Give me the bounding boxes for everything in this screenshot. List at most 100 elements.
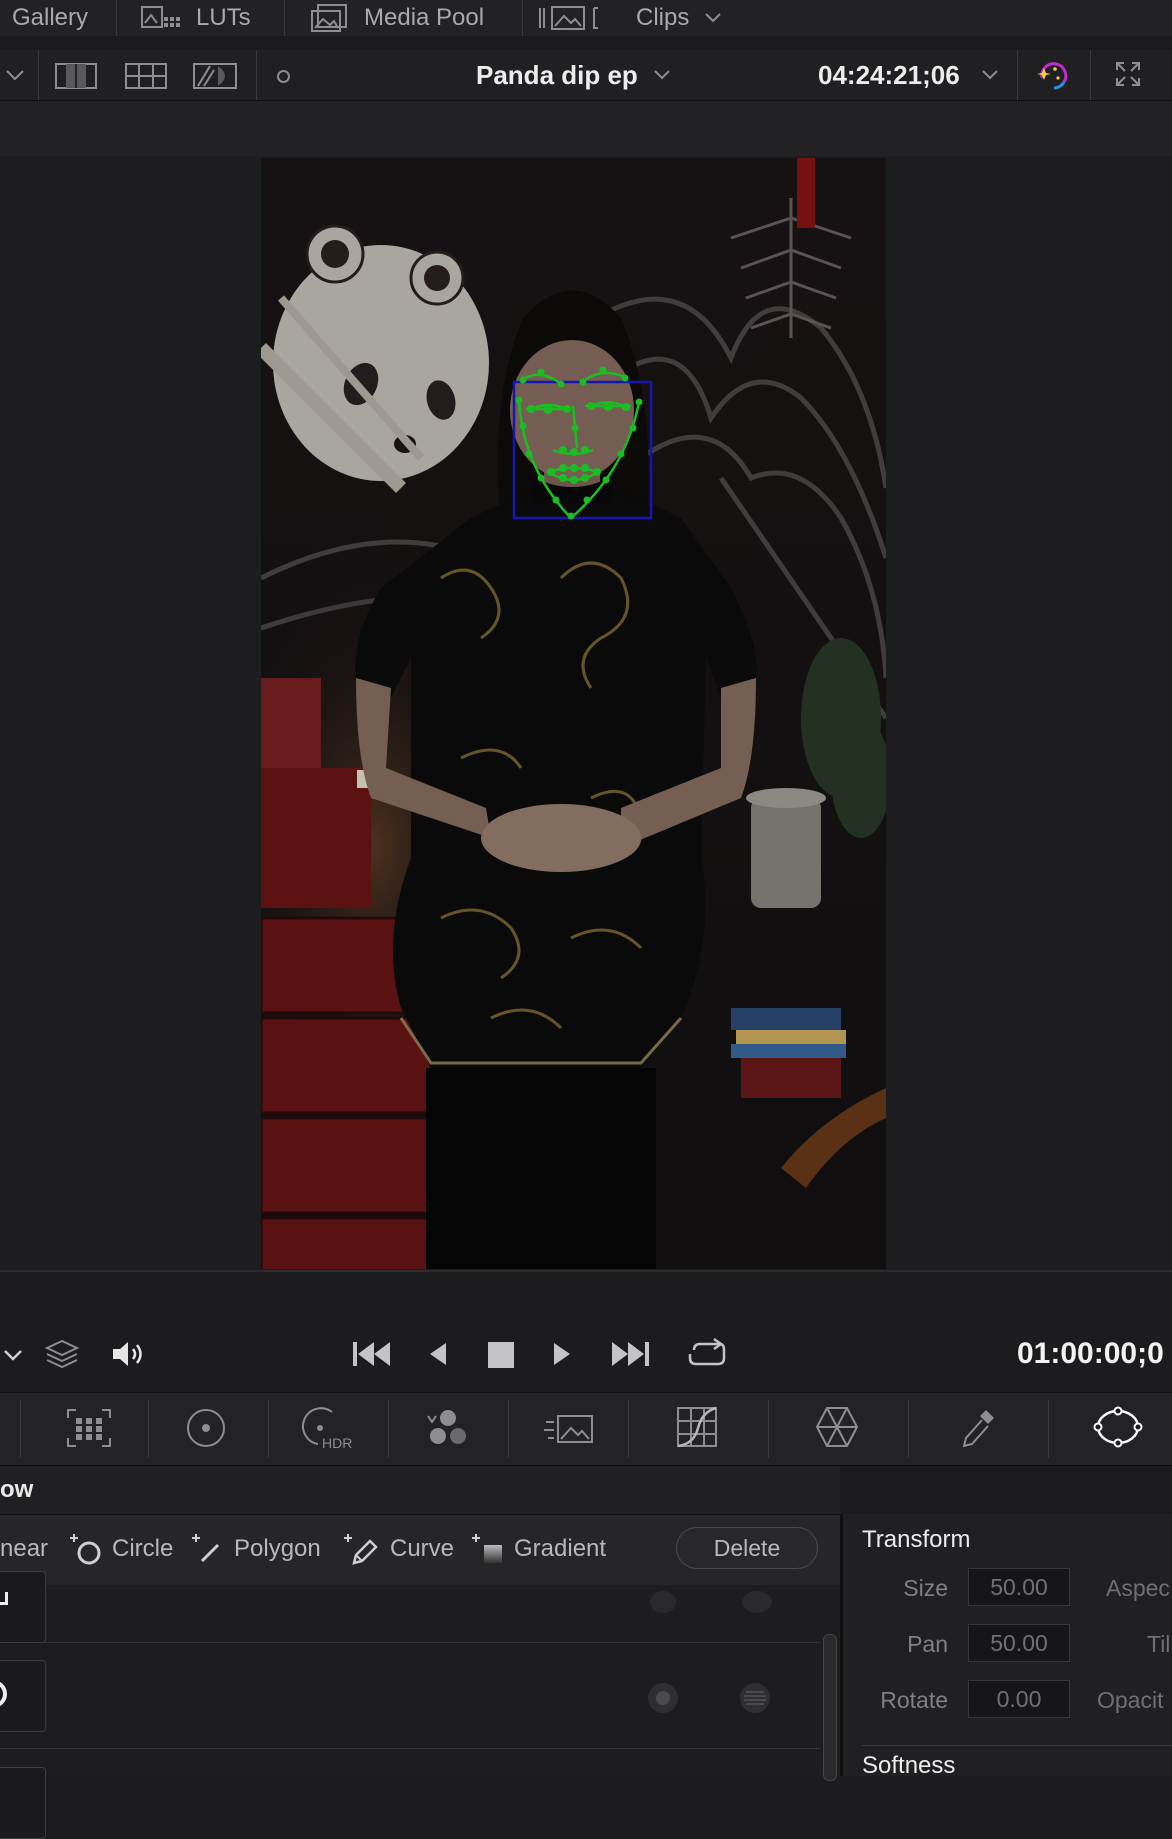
circle-window-glyph	[0, 1680, 7, 1708]
qualifier-eyedropper-icon[interactable]	[958, 1406, 998, 1450]
gradient-window-button[interactable]: Gradient	[470, 1514, 606, 1584]
rgb-mixer-icon[interactable]	[424, 1406, 472, 1450]
play-icon[interactable]	[548, 1340, 576, 1368]
gallery-tab[interactable]: Gallery	[12, 0, 88, 36]
motion-effects-icon[interactable]	[544, 1406, 596, 1450]
gradient-label: Gradient	[514, 1535, 607, 1562]
palette-divider	[148, 1400, 149, 1458]
viewer-toolbar-strip	[0, 101, 1172, 157]
tilt-label: Til	[1147, 1631, 1171, 1657]
palette-divider	[508, 1400, 509, 1458]
header-divider	[38, 50, 39, 100]
chevron-down-icon	[981, 70, 998, 80]
clips-label: Clips	[636, 4, 690, 31]
fullscreen-icon[interactable]	[1114, 60, 1142, 88]
circle-label: Circle	[112, 1535, 174, 1562]
curve-pen-icon	[344, 1534, 378, 1565]
delete-window-button[interactable]: Delete	[676, 1527, 818, 1569]
size-label: Size	[903, 1575, 948, 1601]
pan-label: Pan	[907, 1631, 948, 1657]
header-divider	[1017, 50, 1018, 100]
palette-divider	[628, 1400, 629, 1458]
window-list-row[interactable]	[0, 1571, 820, 1643]
invert-toggle-icon[interactable]	[646, 1681, 680, 1715]
record-timecode: 01:00:00;0	[1017, 1337, 1164, 1370]
curve-window-button[interactable]: Curve	[342, 1514, 454, 1584]
stop-icon[interactable]	[488, 1342, 514, 1368]
aspect-label: Aspec	[1106, 1575, 1170, 1601]
transform-title: Transform	[862, 1526, 971, 1553]
timeline-scrubber[interactable]	[0, 1270, 1172, 1298]
window-thumbnail	[0, 1571, 46, 1643]
luts-tab[interactable]: LUTs	[140, 0, 251, 36]
size-field[interactable]: 50.00	[968, 1568, 1070, 1606]
highlight-mode-icon[interactable]	[192, 62, 238, 90]
polygon-window-button[interactable]: Polygon	[190, 1514, 321, 1584]
invert-toggle-icon[interactable]	[650, 1591, 676, 1613]
palette-divider	[268, 1400, 269, 1458]
source-timecode-dropdown[interactable]: 04:24:21;06	[818, 50, 1000, 100]
chevron-down-icon	[705, 13, 722, 23]
skip-to-start-icon[interactable]	[350, 1338, 394, 1370]
header-divider	[1090, 50, 1091, 100]
split-wipe-icon[interactable]	[54, 62, 98, 90]
mask-toggle-icon[interactable]	[742, 1591, 772, 1613]
chevron-down-icon[interactable]	[2, 1344, 24, 1366]
palette-divider	[768, 1400, 769, 1458]
chevron-down-icon[interactable]	[4, 64, 26, 86]
camera-raw-icon[interactable]	[66, 1408, 112, 1448]
window-list-scrollbar[interactable]	[823, 1634, 837, 1781]
magic-mask-icon[interactable]	[1034, 58, 1072, 92]
header-divider	[256, 50, 257, 100]
clips-icon	[539, 6, 598, 30]
media-pool-tab[interactable]: Media Pool	[310, 0, 484, 36]
linear-window-glyph	[0, 1592, 8, 1605]
svg-text:HDR: HDR	[322, 1435, 352, 1451]
section-divider	[862, 1745, 1172, 1746]
window-thumbnail	[0, 1767, 46, 1839]
clips-tab[interactable]: Clips	[538, 0, 723, 36]
palette-divider	[908, 1400, 909, 1458]
clip-name: Panda dip ep	[476, 59, 638, 90]
polygon-label: Polygon	[234, 1535, 321, 1562]
polygon-shape-icon	[192, 1534, 220, 1563]
panel-title: ow	[0, 1476, 34, 1503]
video-frame-image	[261, 158, 886, 1269]
circle-window-button[interactable]: Circle	[68, 1514, 173, 1584]
window-thumbnail	[0, 1660, 46, 1732]
palette-divider	[1048, 1400, 1049, 1458]
luts-icon	[141, 6, 180, 28]
mask-toggle-icon[interactable]	[738, 1681, 772, 1715]
loop-icon[interactable]	[686, 1338, 728, 1370]
pan-field[interactable]: 50.00	[968, 1624, 1070, 1662]
chevron-down-icon	[654, 70, 670, 80]
media-pool-label: Media Pool	[364, 4, 485, 31]
transport-bar	[0, 1296, 1172, 1393]
window-panel-header: ow	[0, 1466, 840, 1514]
color-warper-icon[interactable]	[814, 1404, 860, 1450]
nav-divider	[116, 0, 117, 36]
media-pool-icon	[311, 4, 347, 32]
grid-view-icon[interactable]	[124, 62, 168, 90]
color-wheels-icon[interactable]	[184, 1406, 228, 1450]
speaker-icon[interactable]	[110, 1338, 148, 1370]
window-tool-icon[interactable]	[1092, 1404, 1144, 1450]
curve-label: Curve	[390, 1535, 455, 1562]
circle-shape-icon	[70, 1534, 101, 1565]
linear-label: near	[0, 1535, 49, 1562]
window-list-row[interactable]	[0, 1643, 820, 1749]
status-dot-icon	[277, 70, 290, 83]
rotate-field[interactable]: 0.00	[968, 1680, 1070, 1718]
source-timecode: 04:24:21;06	[818, 59, 960, 90]
gallery-label: Gallery	[12, 4, 89, 31]
clip-name-dropdown[interactable]: Panda dip ep	[476, 50, 672, 100]
window-list-row[interactable]	[0, 1749, 820, 1839]
layers-icon[interactable]	[44, 1338, 80, 1370]
skip-to-end-icon[interactable]	[608, 1338, 652, 1370]
curves-icon[interactable]	[674, 1404, 720, 1450]
palette-divider	[388, 1400, 389, 1458]
step-back-icon[interactable]	[424, 1340, 452, 1368]
rotate-label: Rotate	[880, 1687, 948, 1713]
video-frame[interactable]	[261, 158, 886, 1269]
hdr-wheels-icon[interactable]: HDR	[298, 1404, 358, 1452]
